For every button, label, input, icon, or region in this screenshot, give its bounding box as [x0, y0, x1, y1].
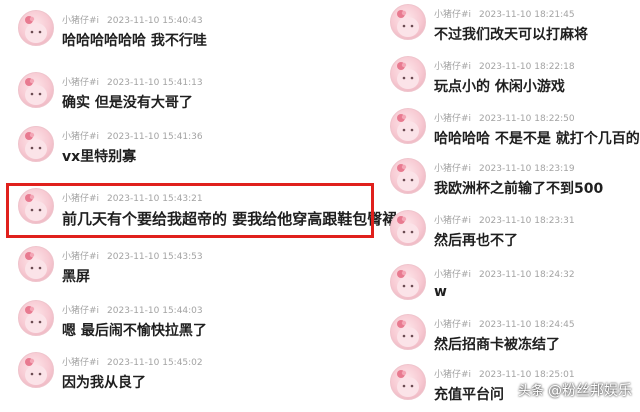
sender-name: 小猪仔#i	[434, 216, 472, 226]
chat-message: 小猪仔#i 2023-11-10 18:22:18 玩点小的 休闲小游戏	[320, 46, 640, 104]
watermark-text: @粉丝邦娱乐	[548, 383, 632, 399]
chat-message: 小猪仔#i 2023-11-10 15:43:53 黑屏	[0, 236, 320, 294]
chat-message: 小猪仔#i 2023-11-10 15:44:03 嗯 最后闹不愉快拉黑了	[0, 290, 320, 348]
message-text: w	[434, 284, 447, 300]
sender-name: 小猪仔#i	[62, 358, 100, 368]
message-timestamp: 2023-11-10 15:44:03	[107, 306, 203, 316]
message-meta: 小猪仔#i 2023-11-10 18:24:45	[434, 317, 575, 330]
avatar[interactable]	[390, 108, 426, 144]
sender-name: 小猪仔#i	[434, 320, 472, 330]
message-text: 不过我们改天可以打麻将	[434, 27, 588, 43]
avatar[interactable]	[18, 246, 54, 282]
sender-name: 小猪仔#i	[62, 252, 100, 262]
avatar[interactable]	[390, 364, 426, 400]
sender-name: 小猪仔#i	[434, 62, 472, 72]
message-text: 哈哈哈哈 不是不是 就打个几百的	[434, 131, 640, 147]
message-meta: 小猪仔#i 2023-11-10 15:43:53	[62, 249, 203, 262]
message-timestamp: 2023-11-10 18:21:45	[479, 10, 575, 20]
message-meta: 小猪仔#i 2023-11-10 18:25:01	[434, 367, 575, 380]
avatar[interactable]	[390, 56, 426, 92]
sender-name: 小猪仔#i	[434, 10, 472, 20]
message-meta: 小猪仔#i 2023-11-10 18:23:19	[434, 161, 575, 174]
avatar[interactable]	[390, 314, 426, 350]
right-chat-column: 小猪仔#i 2023-11-10 18:21:45 不过我们改天可以打麻将 小猪仔…	[320, 0, 640, 406]
avatar[interactable]	[390, 158, 426, 194]
message-timestamp: 2023-11-10 15:40:43	[107, 16, 203, 26]
avatar[interactable]	[18, 352, 54, 388]
message-timestamp: 2023-11-10 18:25:01	[479, 370, 575, 380]
chat-message: 小猪仔#i 2023-11-10 18:23:19 我欧洲杯之前输了不到500	[320, 148, 640, 206]
sender-name: 小猪仔#i	[434, 270, 472, 280]
sender-name: 小猪仔#i	[434, 164, 472, 174]
message-meta: 小猪仔#i 2023-11-10 18:22:18	[434, 59, 575, 72]
sender-name: 小猪仔#i	[62, 16, 100, 26]
message-text: 因为我从良了	[62, 375, 146, 391]
message-meta: 小猪仔#i 2023-11-10 18:22:50	[434, 111, 575, 124]
sender-name: 小猪仔#i	[62, 78, 100, 88]
chat-message: 小猪仔#i 2023-11-10 18:21:45 不过我们改天可以打麻将	[320, 0, 640, 52]
avatar[interactable]	[390, 264, 426, 300]
message-meta: 小猪仔#i 2023-11-10 15:41:36	[62, 129, 203, 142]
message-text: 我欧洲杯之前输了不到500	[434, 181, 604, 197]
message-meta: 小猪仔#i 2023-11-10 18:24:32	[434, 267, 575, 280]
chat-message: 小猪仔#i 2023-11-10 18:23:31 然后再也不了	[320, 200, 640, 258]
avatar[interactable]	[18, 300, 54, 336]
message-timestamp: 2023-11-10 18:22:18	[479, 62, 575, 72]
avatar[interactable]	[18, 10, 54, 46]
message-timestamp: 2023-11-10 15:43:53	[107, 252, 203, 262]
message-text: vx里特别寡	[62, 149, 137, 165]
sender-name: 小猪仔#i	[434, 114, 472, 124]
chat-message: 小猪仔#i 2023-11-10 15:40:43 哈哈哈哈哈哈 我不行哇	[0, 0, 320, 58]
message-timestamp: 2023-11-10 15:41:13	[107, 78, 203, 88]
message-text: 然后招商卡被冻结了	[434, 337, 560, 353]
message-text: 然后再也不了	[434, 233, 518, 249]
avatar[interactable]	[390, 210, 426, 246]
sender-name: 小猪仔#i	[434, 370, 472, 380]
chat-message: 小猪仔#i 2023-11-10 15:41:36 vx里特别寡	[0, 116, 320, 174]
message-meta: 小猪仔#i 2023-11-10 18:23:31	[434, 213, 575, 226]
sender-name: 小猪仔#i	[62, 306, 100, 316]
watermark-logo: 头条	[517, 384, 544, 399]
message-text: 哈哈哈哈哈哈 我不行哇	[62, 33, 207, 49]
message-meta: 小猪仔#i 2023-11-10 15:41:13	[62, 75, 203, 88]
message-text: 充值平台问	[434, 387, 504, 403]
chat-message: 小猪仔#i 2023-11-10 15:45:02 因为我从良了	[0, 342, 320, 400]
message-text: 嗯 最后闹不愉快拉黑了	[62, 323, 207, 339]
message-meta: 小猪仔#i 2023-11-10 15:44:03	[62, 303, 203, 316]
avatar[interactable]	[390, 4, 426, 40]
avatar[interactable]	[18, 126, 54, 162]
message-timestamp: 2023-11-10 15:45:02	[107, 358, 203, 368]
watermark: 头条 @粉丝邦娱乐	[518, 380, 632, 400]
message-timestamp: 2023-11-10 15:41:36	[107, 132, 203, 142]
message-timestamp: 2023-11-10 18:22:50	[479, 114, 575, 124]
message-text: 确实 但是没有大哥了	[62, 95, 193, 111]
message-meta: 小猪仔#i 2023-11-10 15:40:43	[62, 13, 203, 26]
avatar[interactable]	[18, 72, 54, 108]
message-text: 黑屏	[62, 269, 90, 285]
message-timestamp: 2023-11-10 18:23:19	[479, 164, 575, 174]
message-timestamp: 2023-11-10 18:24:32	[479, 270, 575, 280]
sender-name: 小猪仔#i	[62, 132, 100, 142]
chat-message: 小猪仔#i 2023-11-10 15:41:13 确实 但是没有大哥了	[0, 62, 320, 120]
highlight-box	[6, 183, 374, 238]
message-meta: 小猪仔#i 2023-11-10 18:21:45	[434, 7, 575, 20]
message-text: 玩点小的 休闲小游戏	[434, 79, 565, 95]
message-meta: 小猪仔#i 2023-11-10 15:45:02	[62, 355, 203, 368]
message-timestamp: 2023-11-10 18:23:31	[479, 216, 575, 226]
message-timestamp: 2023-11-10 18:24:45	[479, 320, 575, 330]
